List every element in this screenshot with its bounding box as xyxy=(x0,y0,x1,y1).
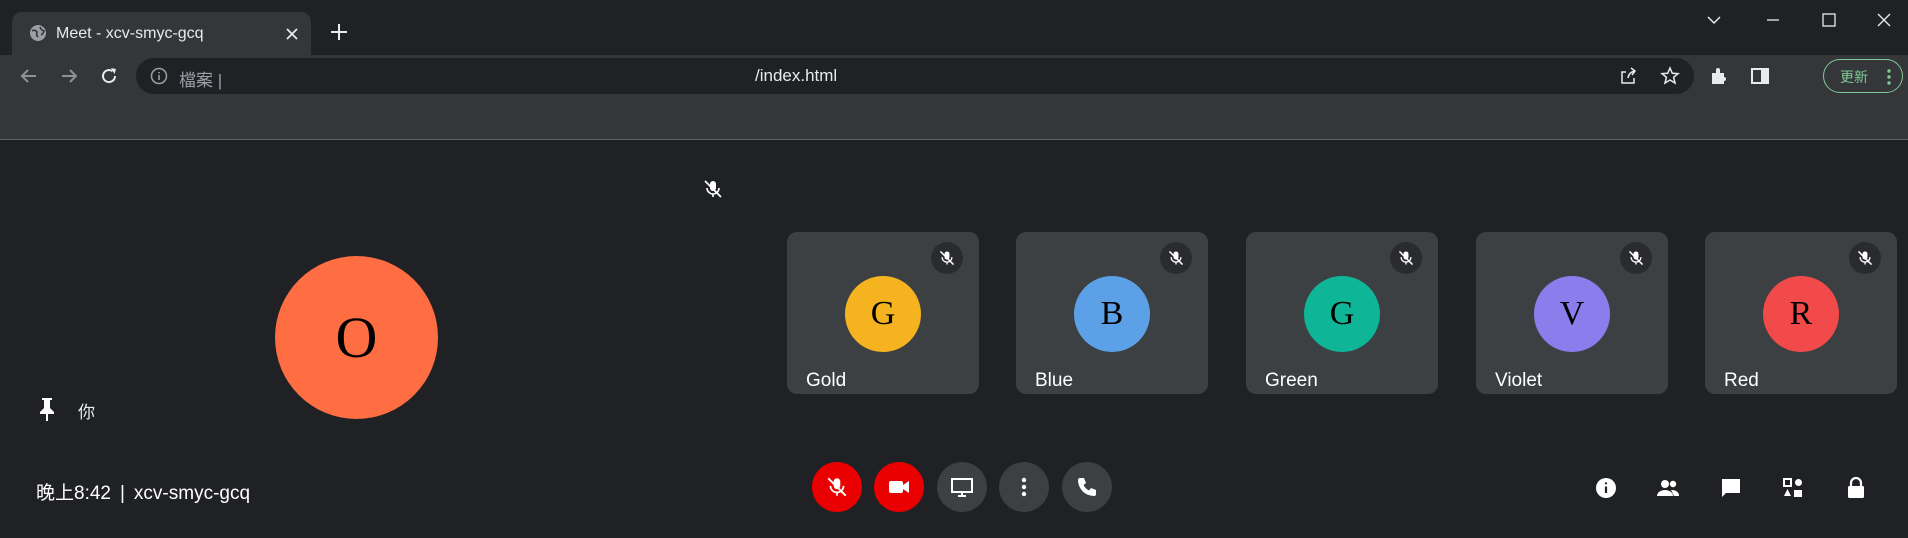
kebab-menu-icon[interactable] xyxy=(1886,68,1892,86)
people-icon[interactable] xyxy=(1656,476,1680,500)
extensions-icon[interactable] xyxy=(1708,65,1730,87)
participant-avatar-letter: R xyxy=(1789,295,1813,332)
mic-off-icon xyxy=(1628,250,1644,266)
close-window-icon[interactable] xyxy=(1875,11,1893,29)
bookmark-star-icon[interactable] xyxy=(1660,66,1680,86)
toggle-microphone-button[interactable] xyxy=(812,462,862,512)
browser-tabstrip: Meet - xcv-smyc-gcq xyxy=(0,0,1908,55)
participant-avatar-letter: V xyxy=(1559,295,1585,332)
tab-title: Meet - xcv-smyc-gcq xyxy=(56,25,204,42)
toggle-camera-button[interactable] xyxy=(874,462,924,512)
camera-icon xyxy=(889,481,909,493)
participant-avatar: G xyxy=(1304,276,1380,352)
minimize-icon[interactable] xyxy=(1764,11,1782,29)
present-screen-button[interactable] xyxy=(937,462,987,512)
self-name-label: 你 xyxy=(78,403,95,422)
mic-off-icon xyxy=(1168,250,1184,266)
close-tab-icon[interactable] xyxy=(284,26,300,42)
participant-tile-red[interactable]: R Red xyxy=(1705,232,1897,394)
more-options-icon xyxy=(1021,477,1027,497)
mic-off-icon xyxy=(827,477,847,497)
self-mic-off-icon xyxy=(704,180,722,198)
mic-off-icon xyxy=(1398,250,1414,266)
chat-icon[interactable] xyxy=(1719,476,1743,500)
pin-icon[interactable] xyxy=(36,396,58,422)
participant-name: Gold xyxy=(806,370,847,391)
participant-tile-blue[interactable]: B Blue xyxy=(1016,232,1208,394)
reload-icon[interactable] xyxy=(98,65,120,87)
present-screen-icon xyxy=(951,478,973,497)
address-bar[interactable]: 檔案 | /index.html xyxy=(136,58,1694,94)
participant-tile-violet[interactable]: V Violet xyxy=(1476,232,1668,394)
participant-avatar-letter: B xyxy=(1100,295,1124,332)
meeting-separator: | xyxy=(119,483,125,504)
participant-avatar: V xyxy=(1534,276,1610,352)
participant-avatar-letter: G xyxy=(1329,295,1355,332)
browser-tab[interactable]: Meet - xcv-smyc-gcq xyxy=(12,12,311,55)
mic-off-icon xyxy=(939,250,955,266)
meeting-details: 晚上8:42 | xcv-smyc-gcq xyxy=(36,478,250,505)
participant-name: Blue xyxy=(1035,370,1074,391)
url-scheme-label: 檔案 | xyxy=(179,71,223,90)
mic-off-icon xyxy=(1857,250,1873,266)
participant-avatar: B xyxy=(1074,276,1150,352)
tab-search-chevron-icon[interactable] xyxy=(1705,11,1723,29)
meeting-time: 晚上8:42 xyxy=(36,483,111,504)
host-controls-lock-icon[interactable] xyxy=(1844,476,1868,500)
globe-icon xyxy=(30,25,46,41)
participant-mute-badge xyxy=(1620,242,1652,274)
more-options-button[interactable] xyxy=(999,462,1049,512)
info-icon[interactable] xyxy=(1594,476,1618,500)
update-label: 更新 xyxy=(1840,69,1868,85)
forward-icon[interactable] xyxy=(58,65,80,87)
activities-icon[interactable] xyxy=(1781,476,1805,500)
meeting-code: xcv-smyc-gcq xyxy=(133,483,251,504)
self-avatar-letter: O xyxy=(335,305,378,370)
new-tab-icon[interactable] xyxy=(329,22,349,42)
side-panel-icon[interactable] xyxy=(1749,65,1771,87)
participant-tile-gold[interactable]: G Gold xyxy=(787,232,979,394)
update-button[interactable]: 更新 xyxy=(1823,59,1903,93)
participant-mute-badge xyxy=(931,242,963,274)
leave-call-icon xyxy=(1078,478,1096,496)
maximize-icon[interactable] xyxy=(1820,11,1838,29)
participant-name: Red xyxy=(1724,370,1759,391)
participant-avatar-letter: G xyxy=(870,295,896,332)
back-icon[interactable] xyxy=(18,65,40,87)
participant-mute-badge xyxy=(1849,242,1881,274)
participant-avatar: R xyxy=(1763,276,1839,352)
share-icon[interactable] xyxy=(1618,66,1638,86)
participant-name: Violet xyxy=(1495,370,1543,391)
self-avatar: O xyxy=(275,256,438,419)
site-info-icon[interactable] xyxy=(150,67,168,85)
participant-name: Green xyxy=(1265,370,1318,391)
participant-mute-badge xyxy=(1390,242,1422,274)
leave-call-button[interactable] xyxy=(1062,462,1112,512)
participant-tile-green[interactable]: G Green xyxy=(1246,232,1438,394)
participant-avatar: G xyxy=(845,276,921,352)
url-text[interactable]: /index.html xyxy=(755,66,837,86)
participant-mute-badge xyxy=(1160,242,1192,274)
